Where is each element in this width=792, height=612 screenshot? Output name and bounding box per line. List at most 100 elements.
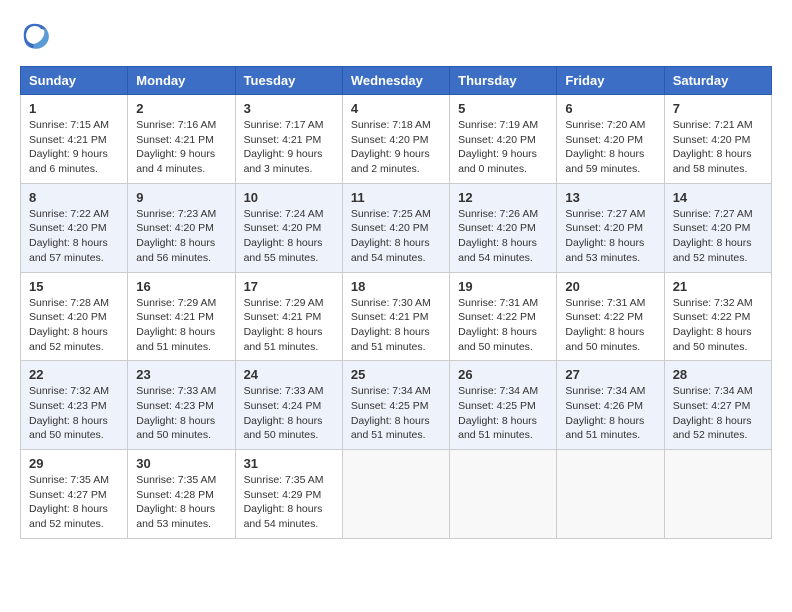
- calendar-table: SundayMondayTuesdayWednesdayThursdayFrid…: [20, 66, 772, 539]
- calendar-day-cell: 6Sunrise: 7:20 AM Sunset: 4:20 PM Daylig…: [557, 95, 664, 184]
- day-info: Sunrise: 7:23 AM Sunset: 4:20 PM Dayligh…: [136, 207, 226, 266]
- day-info: Sunrise: 7:29 AM Sunset: 4:21 PM Dayligh…: [244, 296, 334, 355]
- day-info: Sunrise: 7:35 AM Sunset: 4:29 PM Dayligh…: [244, 473, 334, 532]
- day-number: 2: [136, 101, 226, 116]
- day-info: Sunrise: 7:16 AM Sunset: 4:21 PM Dayligh…: [136, 118, 226, 177]
- day-number: 10: [244, 190, 334, 205]
- calendar-day-header: Thursday: [450, 67, 557, 95]
- day-number: 26: [458, 367, 548, 382]
- day-number: 19: [458, 279, 548, 294]
- day-info: Sunrise: 7:31 AM Sunset: 4:22 PM Dayligh…: [565, 296, 655, 355]
- day-number: 27: [565, 367, 655, 382]
- day-info: Sunrise: 7:34 AM Sunset: 4:25 PM Dayligh…: [458, 384, 548, 443]
- calendar-day-header: Saturday: [664, 67, 771, 95]
- calendar-day-cell: 25 Sunrise: 7:34 AM Sunset: 4:25 PM Dayli…: [342, 361, 449, 450]
- day-info: Sunrise: 7:30 AM Sunset: 4:21 PM Dayligh…: [351, 296, 441, 355]
- calendar-day-cell: 31 Sunrise: 7:35 AM Sunset: 4:29 PM Dayli…: [235, 450, 342, 539]
- day-number: 28: [673, 367, 763, 382]
- day-info: Sunrise: 7:29 AM Sunset: 4:21 PM Dayligh…: [136, 296, 226, 355]
- day-info: Sunrise: 7:19 AM Sunset: 4:20 PM Dayligh…: [458, 118, 548, 177]
- day-info: Sunrise: 7:34 AM Sunset: 4:25 PM Dayligh…: [351, 384, 441, 443]
- calendar-day-cell: 23 Sunrise: 7:33 AM Sunset: 4:23 PM Dayli…: [128, 361, 235, 450]
- day-number: 20: [565, 279, 655, 294]
- day-info: Sunrise: 7:34 AM Sunset: 4:26 PM Dayligh…: [565, 384, 655, 443]
- calendar-day-header: Wednesday: [342, 67, 449, 95]
- calendar-day-cell: 7Sunrise: 7:21 AM Sunset: 4:20 PM Daylig…: [664, 95, 771, 184]
- day-number: 29: [29, 456, 119, 471]
- calendar-header-row: SundayMondayTuesdayWednesdayThursdayFrid…: [21, 67, 772, 95]
- calendar-day-cell: 9 Sunrise: 7:23 AM Sunset: 4:20 PM Daylig…: [128, 183, 235, 272]
- calendar-day-cell: [342, 450, 449, 539]
- day-number: 11: [351, 190, 441, 205]
- calendar-week-row: 1 Sunrise: 7:15 AM Sunset: 4:21 PM Daylig…: [21, 95, 772, 184]
- calendar-week-row: 8 Sunrise: 7:22 AM Sunset: 4:20 PM Daylig…: [21, 183, 772, 272]
- calendar-week-row: 15Sunrise: 7:28 AM Sunset: 4:20 PM Dayli…: [21, 272, 772, 361]
- day-number: 30: [136, 456, 226, 471]
- calendar-day-cell: 28 Sunrise: 7:34 AM Sunset: 4:27 PM Dayli…: [664, 361, 771, 450]
- day-number: 25: [351, 367, 441, 382]
- calendar-week-row: 22 Sunrise: 7:32 AM Sunset: 4:23 PM Dayli…: [21, 361, 772, 450]
- calendar-day-cell: 20 Sunrise: 7:31 AM Sunset: 4:22 PM Dayli…: [557, 272, 664, 361]
- calendar-day-cell: 26 Sunrise: 7:34 AM Sunset: 4:25 PM Dayli…: [450, 361, 557, 450]
- day-number: 14: [673, 190, 763, 205]
- calendar-day-cell: 29 Sunrise: 7:35 AM Sunset: 4:27 PM Dayli…: [21, 450, 128, 539]
- day-number: 8: [29, 190, 119, 205]
- day-info: Sunrise: 7:17 AM Sunset: 4:21 PM Dayligh…: [244, 118, 334, 177]
- day-info: Sunrise: 7:21 AM Sunset: 4:20 PM Dayligh…: [673, 118, 763, 177]
- day-number: 1: [29, 101, 119, 116]
- day-info: Sunrise: 7:22 AM Sunset: 4:20 PM Dayligh…: [29, 207, 119, 266]
- day-number: 4: [351, 101, 441, 116]
- day-info: Sunrise: 7:35 AM Sunset: 4:28 PM Dayligh…: [136, 473, 226, 532]
- calendar-day-header: Friday: [557, 67, 664, 95]
- calendar-day-cell: 12Sunrise: 7:26 AM Sunset: 4:20 PM Dayli…: [450, 183, 557, 272]
- calendar-day-cell: [664, 450, 771, 539]
- day-number: 13: [565, 190, 655, 205]
- calendar-day-cell: 2 Sunrise: 7:16 AM Sunset: 4:21 PM Daylig…: [128, 95, 235, 184]
- day-info: Sunrise: 7:35 AM Sunset: 4:27 PM Dayligh…: [29, 473, 119, 532]
- day-info: Sunrise: 7:33 AM Sunset: 4:24 PM Dayligh…: [244, 384, 334, 443]
- calendar-day-cell: 11 Sunrise: 7:25 AM Sunset: 4:20 PM Dayli…: [342, 183, 449, 272]
- calendar-day-header: Monday: [128, 67, 235, 95]
- day-info: Sunrise: 7:34 AM Sunset: 4:27 PM Dayligh…: [673, 384, 763, 443]
- calendar-day-cell: 30 Sunrise: 7:35 AM Sunset: 4:28 PM Dayli…: [128, 450, 235, 539]
- calendar-day-cell: [450, 450, 557, 539]
- calendar-day-cell: 19Sunrise: 7:31 AM Sunset: 4:22 PM Dayli…: [450, 272, 557, 361]
- day-number: 9: [136, 190, 226, 205]
- calendar-day-cell: 4 Sunrise: 7:18 AM Sunset: 4:20 PM Daylig…: [342, 95, 449, 184]
- day-number: 3: [244, 101, 334, 116]
- day-number: 12: [458, 190, 548, 205]
- day-info: Sunrise: 7:15 AM Sunset: 4:21 PM Dayligh…: [29, 118, 119, 177]
- day-number: 21: [673, 279, 763, 294]
- day-info: Sunrise: 7:28 AM Sunset: 4:20 PM Dayligh…: [29, 296, 119, 355]
- calendar-day-cell: 15Sunrise: 7:28 AM Sunset: 4:20 PM Dayli…: [21, 272, 128, 361]
- calendar-day-cell: 27 Sunrise: 7:34 AM Sunset: 4:26 PM Dayli…: [557, 361, 664, 450]
- calendar-day-cell: [557, 450, 664, 539]
- day-info: Sunrise: 7:32 AM Sunset: 4:23 PM Dayligh…: [29, 384, 119, 443]
- day-number: 16: [136, 279, 226, 294]
- day-number: 5: [458, 101, 548, 116]
- calendar-day-header: Tuesday: [235, 67, 342, 95]
- day-info: Sunrise: 7:27 AM Sunset: 4:20 PM Dayligh…: [565, 207, 655, 266]
- calendar-week-row: 29 Sunrise: 7:35 AM Sunset: 4:27 PM Dayli…: [21, 450, 772, 539]
- day-number: 17: [244, 279, 334, 294]
- day-number: 23: [136, 367, 226, 382]
- day-info: Sunrise: 7:27 AM Sunset: 4:20 PM Dayligh…: [673, 207, 763, 266]
- logo: [20, 20, 54, 50]
- calendar-day-cell: 22 Sunrise: 7:32 AM Sunset: 4:23 PM Dayli…: [21, 361, 128, 450]
- day-number: 18: [351, 279, 441, 294]
- day-info: Sunrise: 7:24 AM Sunset: 4:20 PM Dayligh…: [244, 207, 334, 266]
- day-info: Sunrise: 7:18 AM Sunset: 4:20 PM Dayligh…: [351, 118, 441, 177]
- day-number: 6: [565, 101, 655, 116]
- calendar-day-cell: 14 Sunrise: 7:27 AM Sunset: 4:20 PM Dayli…: [664, 183, 771, 272]
- day-number: 31: [244, 456, 334, 471]
- calendar-day-cell: 13 Sunrise: 7:27 AM Sunset: 4:20 PM Dayli…: [557, 183, 664, 272]
- day-info: Sunrise: 7:25 AM Sunset: 4:20 PM Dayligh…: [351, 207, 441, 266]
- calendar-day-cell: 5 Sunrise: 7:19 AM Sunset: 4:20 PM Daylig…: [450, 95, 557, 184]
- calendar-day-cell: 1 Sunrise: 7:15 AM Sunset: 4:21 PM Daylig…: [21, 95, 128, 184]
- calendar-day-cell: 8 Sunrise: 7:22 AM Sunset: 4:20 PM Daylig…: [21, 183, 128, 272]
- day-number: 22: [29, 367, 119, 382]
- calendar-day-cell: 24Sunrise: 7:33 AM Sunset: 4:24 PM Dayli…: [235, 361, 342, 450]
- day-info: Sunrise: 7:33 AM Sunset: 4:23 PM Dayligh…: [136, 384, 226, 443]
- logo-icon: [20, 20, 50, 50]
- calendar-day-cell: 18 Sunrise: 7:30 AM Sunset: 4:21 PM Dayli…: [342, 272, 449, 361]
